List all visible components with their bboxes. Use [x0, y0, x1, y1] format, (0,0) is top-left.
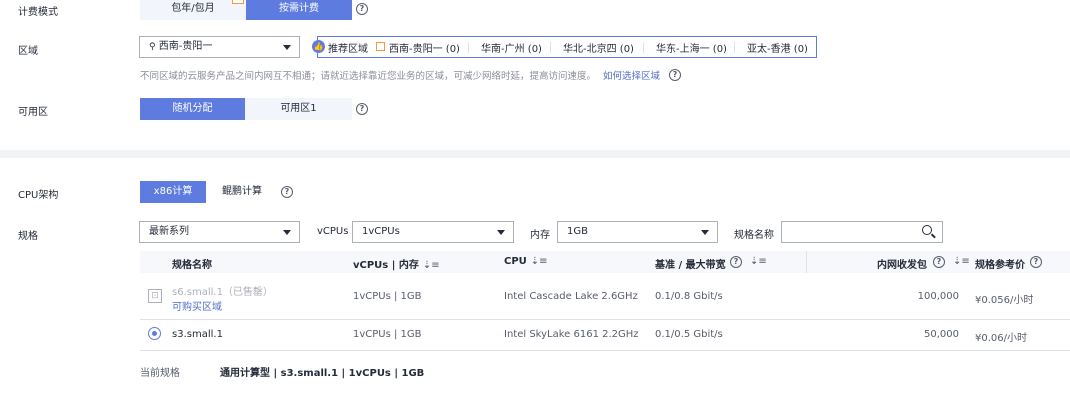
region-hint-text: 不同区域的云服务产品之间内网互不相通；请就近选择靠近您业务的区域，可减少网络时延… [140, 71, 597, 82]
chevron-down-icon [497, 230, 505, 235]
memory-select[interactable]: 1GB [557, 221, 718, 243]
col-header-bandwidth[interactable]: 基准 / 最大带宽 [655, 256, 726, 271]
bandwidth-sort[interactable]: ⇣≡ [746, 256, 767, 267]
row-divider [140, 319, 1070, 320]
row-vcpu-mem: 1vCPUs | 1GB [353, 329, 422, 340]
memory-label: 内存 [530, 230, 550, 241]
col-header-spec[interactable]: vCPUs | 内存 ⇣≡ [353, 256, 440, 271]
sort-icon[interactable]: ⇣≡ [423, 260, 440, 271]
series-select[interactable]: 最新系列 [139, 221, 300, 243]
price-help-icon[interactable]: ? [1030, 256, 1042, 268]
column-divider [806, 251, 807, 273]
spec-name-label: 规格名称 [734, 230, 774, 241]
col-header-spec-text: vCPUs | 内存 [353, 260, 419, 271]
purchasable-regions-link[interactable]: 可购买区域 [172, 298, 222, 313]
row-pps: 100,000 [917, 291, 959, 302]
row-pps: 50,000 [924, 329, 959, 340]
row-price: ¥0.06/小时 [975, 333, 1027, 344]
row-spec-name: s6.small.1（已售罄） [172, 287, 273, 298]
building-icon [376, 42, 385, 51]
section-divider [0, 150, 1070, 158]
pps-help-icon[interactable]: ? [933, 256, 945, 268]
promo-tag-icon [232, 0, 244, 4]
region-option-hongkong[interactable]: 亚太-香港 (0) [747, 40, 808, 55]
col-header-cpu[interactable]: CPU ⇣≡ [504, 256, 548, 267]
cpu-arch-label: CPU架构 [18, 190, 59, 201]
region-help-link[interactable]: 如何选择区域 [603, 71, 660, 82]
billing-option-prepaid[interactable]: 包年/包月 [140, 0, 246, 20]
current-spec-value: 通用计算型 | s3.small.1 | 1vCPUs | 1GB [220, 368, 425, 379]
recommended-regions: 👍 推荐区域 西南-贵阳一 (0) 华南-广州 (0) 华北-北京四 (0) 华… [312, 36, 817, 58]
row-cpu: Intel SkyLake 6161 2.2GHz [504, 329, 639, 340]
az-label: 可用区 [18, 107, 48, 118]
row-divider [140, 350, 1070, 351]
col-header-name: 规格名称 [172, 260, 212, 271]
bandwidth-help-icon[interactable]: ? [730, 256, 742, 268]
region-option-beijing[interactable]: 华北-北京四 (0) [563, 40, 634, 55]
region-divider [550, 42, 551, 53]
chevron-down-icon [283, 45, 291, 50]
row-cpu: Intel Cascade Lake 2.6GHz [504, 291, 638, 302]
billing-help-icon[interactable]: ? [356, 3, 368, 15]
chevron-down-icon [283, 230, 291, 235]
vcpus-select[interactable]: 1vCPUs [352, 221, 514, 243]
row-spec-name: s3.small.1 [172, 329, 223, 340]
col-header-bandwidth-text: 基准 / 最大带宽 [655, 260, 726, 271]
region-divider [734, 42, 735, 53]
row-bandwidth: 0.1/0.8 Gbit/s [655, 291, 723, 302]
vcpus-label: vCPUs [317, 226, 349, 237]
billing-option-ondemand[interactable]: 按需计费 [246, 0, 352, 20]
pps-sort[interactable]: ⇣≡ [949, 256, 970, 267]
location-pin-icon: ⚲ [149, 42, 156, 52]
region-divider [468, 42, 469, 53]
thumbs-up-icon: 👍 [312, 40, 325, 53]
cpu-arch-help-icon[interactable]: ? [281, 186, 293, 198]
sort-icon[interactable]: ⇣≡ [953, 256, 970, 267]
radio-selected[interactable] [148, 327, 161, 340]
region-select[interactable]: ⚲ 西南-贵阳一 [139, 36, 300, 58]
spec-label: 规格 [18, 231, 38, 242]
billing-label: 计费模式 [18, 7, 58, 18]
region-option-guangzhou[interactable]: 华南-广州 (0) [481, 40, 542, 55]
sold-out-icon: ⊡ [148, 289, 162, 303]
col-header-cpu-text: CPU [504, 256, 527, 267]
sort-icon[interactable]: ⇣≡ [750, 256, 767, 267]
az-option-az1[interactable]: 可用区1 [245, 98, 352, 120]
az-help-icon[interactable]: ? [356, 103, 368, 115]
region-option-shanghai[interactable]: 华东-上海一 (0) [656, 40, 727, 55]
current-spec-label: 当前规格 [140, 368, 180, 379]
region-hint-help-icon[interactable]: ? [669, 69, 681, 81]
cpu-arch-kunpeng[interactable]: 鲲鹏计算 [214, 181, 270, 203]
col-header-pps: 内网收发包 [877, 260, 927, 271]
row-vcpu-mem: 1vCPUs | 1GB [353, 291, 422, 302]
region-option-guiyang[interactable]: 西南-贵阳一 (0) [389, 40, 460, 55]
cpu-arch-x86[interactable]: x86计算 [140, 181, 206, 203]
row-price: ¥0.056/小时 [975, 295, 1034, 306]
memory-select-value: 1GB [567, 226, 588, 237]
table-header [140, 251, 1070, 273]
region-label: 区域 [18, 46, 38, 57]
sort-icon[interactable]: ⇣≡ [531, 256, 548, 267]
series-select-value: 最新系列 [149, 226, 189, 237]
chevron-down-icon [701, 230, 709, 235]
region-hint: 不同区域的云服务产品之间内网互不相通；请就近选择靠近您业务的区域，可减少网络时延… [140, 68, 660, 82]
vcpus-select-value: 1vCPUs [362, 226, 400, 237]
az-option-random[interactable]: 随机分配 [140, 98, 245, 120]
region-divider [643, 42, 644, 53]
spec-name-input[interactable] [781, 221, 943, 243]
col-header-price: 规格参考价 [975, 260, 1025, 271]
recommend-label: 推荐区域 [328, 44, 368, 55]
row-bandwidth: 0.1/0.5 Gbit/s [655, 329, 723, 340]
region-select-value: 西南-贵阳一 [158, 41, 213, 52]
radio-dot [152, 331, 157, 336]
